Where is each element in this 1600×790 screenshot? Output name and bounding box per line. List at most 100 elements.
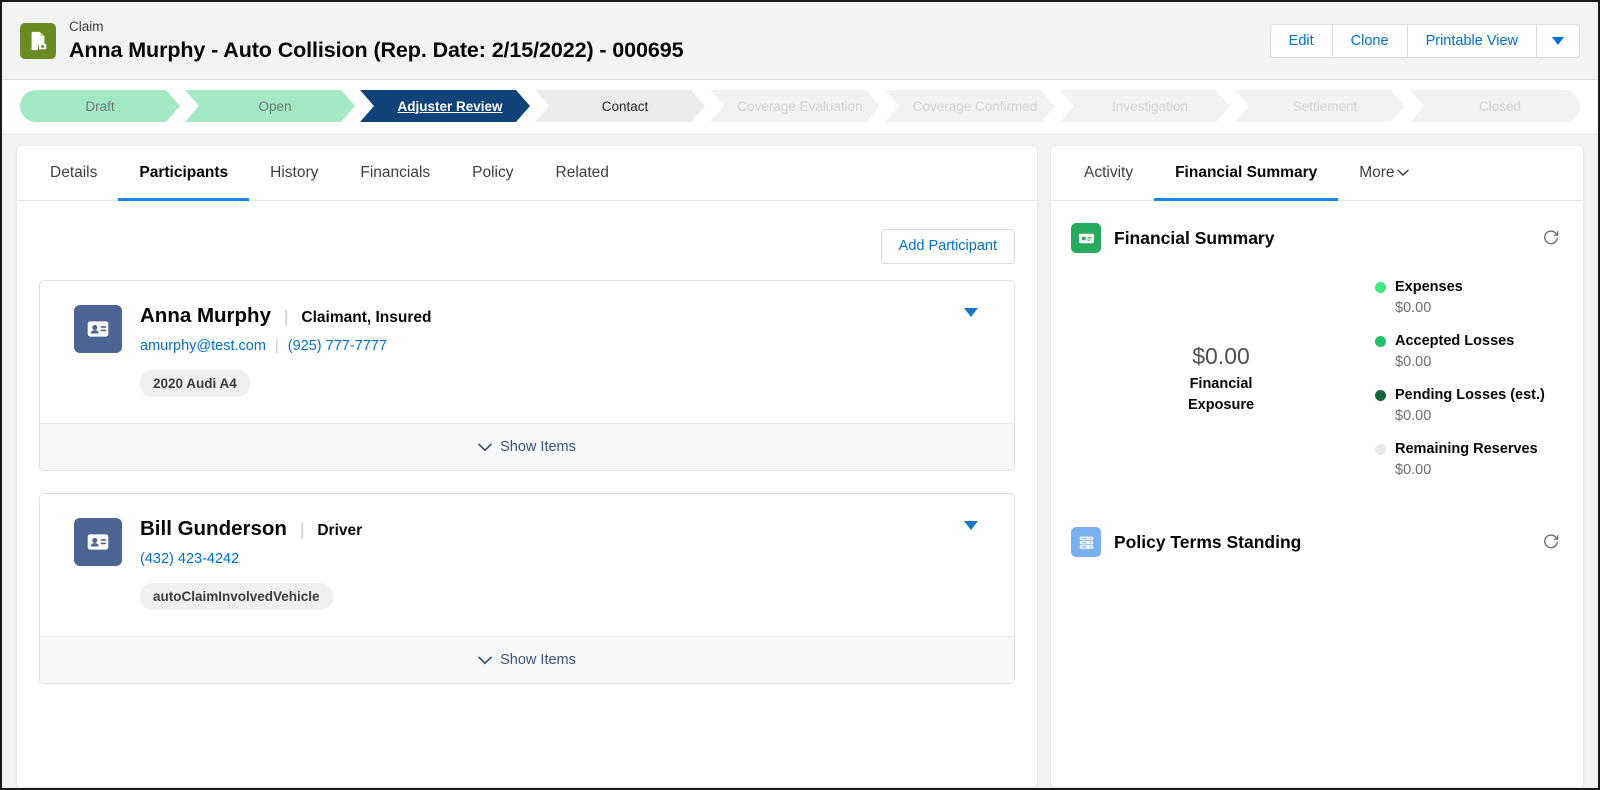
record-type-label: Claim [69, 19, 683, 35]
path-stage-open[interactable]: Open [185, 90, 355, 122]
record-body: Details Participants History Financials … [2, 135, 1598, 788]
caret-down-icon[interactable] [964, 308, 978, 317]
left-tab-bar: Details Participants History Financials … [17, 146, 1037, 201]
participant-tag[interactable]: 2020 Audi A4 [140, 370, 250, 397]
contact-divider: | [275, 338, 279, 354]
tab-participants[interactable]: Participants [118, 146, 249, 200]
financial-exposure-value: $0.00 [1192, 342, 1250, 370]
participant-phone-link[interactable]: (432) 423-4242 [140, 551, 239, 567]
participant-card-body: Bill Gunderson | Driver (432) 423-4242 a… [40, 494, 1014, 636]
legend-color-dot [1375, 444, 1386, 455]
participant-email-link[interactable]: amurphy@test.com [140, 338, 266, 354]
record-list-icon [1071, 527, 1101, 557]
tab-more[interactable]: More [1338, 146, 1429, 200]
tab-label: Participants [139, 164, 228, 182]
participant-tag[interactable]: autoClaimInvolvedVehicle [140, 583, 333, 610]
page-title: Anna Murphy - Auto Collision (Rep. Date:… [69, 37, 683, 63]
participant-phone-link[interactable]: (925) 777-7777 [288, 338, 387, 354]
participant-card-body: Anna Murphy | Claimant, Insured amurphy@… [40, 281, 1014, 423]
participant-tags: autoClaimInvolvedVehicle [140, 583, 994, 610]
path-stage-label: Coverage Evaluation [737, 99, 862, 114]
participant-name: Anna Murphy [140, 303, 271, 328]
path-stage-contact[interactable]: Contact [535, 90, 705, 122]
participant-role: Driver [317, 522, 362, 540]
path-stage-label: Open [258, 99, 291, 114]
tab-label: Related [556, 164, 609, 182]
participant-card-bill-gunderson: Bill Gunderson | Driver (432) 423-4242 a… [39, 493, 1015, 684]
participants-action-row: Add Participant [39, 201, 1015, 280]
clone-button[interactable]: Clone [1333, 25, 1408, 57]
tab-related[interactable]: Related [535, 146, 630, 200]
legend-label: Accepted Losses [1395, 332, 1514, 350]
path-stage-label: Settlement [1293, 99, 1358, 114]
legend-item-accepted-losses: Accepted Losses $0.00 [1375, 332, 1563, 372]
legend-item-remaining-reserves: Remaining Reserves $0.00 [1375, 440, 1563, 480]
header-action-group: Edit Clone Printable View [1270, 24, 1580, 58]
tab-label: History [270, 164, 318, 182]
right-panel-body: Financial Summary $0.00 FinancialExposur… [1051, 201, 1583, 787]
edit-button[interactable]: Edit [1271, 25, 1333, 57]
claim-path: Draft Open Adjuster Review Contact Cover… [20, 90, 1580, 122]
show-items-toggle[interactable]: Show Items [40, 423, 1014, 470]
path-stage-adjuster-review[interactable]: Adjuster Review [360, 90, 530, 122]
refresh-icon[interactable] [1539, 226, 1563, 250]
show-items-toggle[interactable]: Show Items [40, 636, 1014, 683]
tab-details[interactable]: Details [29, 146, 118, 200]
contact-card-icon [74, 518, 122, 566]
legend-row: Pending Losses (est.) [1375, 386, 1563, 404]
policy-terms-title: Policy Terms Standing [1114, 532, 1526, 553]
legend-label: Remaining Reserves [1395, 440, 1538, 458]
path-stage-label: Draft [85, 99, 114, 114]
legend-value: $0.00 [1375, 461, 1563, 480]
tab-policy[interactable]: Policy [451, 146, 534, 200]
more-actions-button[interactable] [1537, 25, 1579, 57]
legend-value: $0.00 [1375, 299, 1563, 318]
policy-terms-header: Policy Terms Standing [1071, 509, 1563, 563]
path-stage-label: Coverage Confirmed [913, 99, 1038, 114]
path-stage-settlement[interactable]: Settlement [1235, 90, 1405, 122]
path-stage-closed[interactable]: Closed [1410, 90, 1580, 122]
participant-info: Bill Gunderson | Driver (432) 423-4242 a… [140, 516, 994, 610]
legend-row: Accepted Losses [1375, 332, 1563, 350]
right-tab-bar: Activity Financial Summary More [1051, 146, 1583, 201]
path-stage-coverage-confirmed[interactable]: Coverage Confirmed [885, 90, 1055, 122]
path-stage-draft[interactable]: Draft [20, 90, 180, 122]
caret-down-icon[interactable] [964, 521, 978, 530]
path-stage-coverage-evaluation[interactable]: Coverage Evaluation [710, 90, 880, 122]
legend-color-dot [1375, 282, 1386, 293]
tab-label: Financials [360, 164, 430, 182]
financial-summary-title: Financial Summary [1114, 228, 1526, 249]
legend-value: $0.00 [1375, 353, 1563, 372]
tab-label: Policy [472, 164, 513, 182]
participant-info: Anna Murphy | Claimant, Insured amurphy@… [140, 303, 994, 397]
money-bill-icon [1071, 223, 1101, 253]
tab-label: Financial Summary [1175, 164, 1317, 182]
donut-chart: $0.00 FinancialExposure [1071, 342, 1371, 416]
tab-financial-summary[interactable]: Financial Summary [1154, 146, 1338, 200]
show-items-label: Show Items [500, 652, 576, 668]
path-stage-label: Closed [1479, 99, 1521, 114]
record-header: Claim Anna Murphy - Auto Collision (Rep.… [2, 2, 1598, 80]
participants-list-container: Add Participant [17, 201, 1037, 787]
participants-panel: Details Participants History Financials … [16, 145, 1038, 788]
tab-label: Details [50, 164, 97, 182]
add-participant-button[interactable]: Add Participant [881, 229, 1015, 264]
legend-item-expenses: Expenses $0.00 [1375, 278, 1563, 318]
path-stage-investigation[interactable]: Investigation [1060, 90, 1230, 122]
refresh-icon[interactable] [1539, 530, 1563, 554]
legend-item-pending-losses: Pending Losses (est.) $0.00 [1375, 386, 1563, 426]
tab-activity[interactable]: Activity [1063, 146, 1154, 200]
tab-financials[interactable]: Financials [339, 146, 451, 200]
legend-value: $0.00 [1375, 407, 1563, 426]
legend-color-dot [1375, 390, 1386, 401]
tab-history[interactable]: History [249, 146, 339, 200]
tab-label: More [1359, 164, 1394, 182]
printable-view-button[interactable]: Printable View [1408, 25, 1537, 57]
legend-label: Expenses [1395, 278, 1463, 296]
legend-color-dot [1375, 336, 1386, 347]
financial-exposure-label: FinancialExposure [1188, 374, 1254, 416]
legend-row: Expenses [1375, 278, 1563, 296]
chevron-down-icon [478, 656, 492, 665]
name-role-divider: | [284, 307, 288, 327]
participant-role: Claimant, Insured [301, 309, 431, 327]
